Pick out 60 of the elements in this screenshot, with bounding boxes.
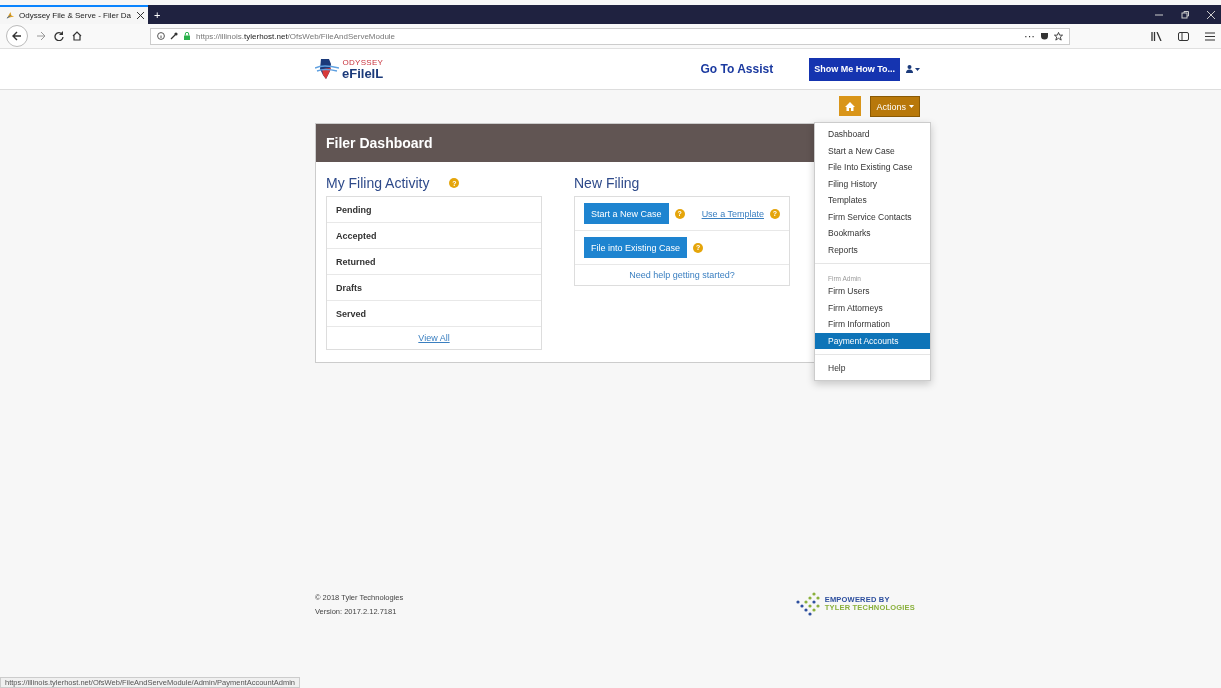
browser-tab[interactable]: Odyssey File & Serve - Filer Da — [0, 5, 148, 24]
view-all-link[interactable]: View All — [418, 333, 450, 343]
menu-item[interactable]: Bookmarks — [815, 225, 930, 242]
library-icon[interactable] — [1151, 31, 1162, 41]
menu-item[interactable]: Firm Service Contacts — [815, 208, 930, 225]
info-icon — [157, 32, 165, 40]
logo-title: eFileIL — [342, 67, 384, 80]
menu-item[interactable]: Dashboard — [815, 126, 930, 143]
menu-icon[interactable] — [1205, 31, 1215, 41]
new-tab-button[interactable]: + — [148, 5, 167, 24]
caret-icon — [909, 105, 914, 108]
home-button[interactable] — [839, 96, 862, 116]
lock-icon — [183, 32, 191, 40]
file-existing-case-button[interactable]: File into Existing Case — [584, 237, 688, 258]
go-to-assist-link[interactable]: Go To Assist — [700, 62, 774, 76]
help-link[interactable]: Need help getting started? — [629, 270, 735, 280]
menu-item[interactable]: Firm Users — [815, 283, 930, 300]
section-heading: My Filing Activity — [326, 175, 430, 191]
home-icon — [845, 101, 856, 111]
caret-icon — [915, 67, 920, 71]
menu-item[interactable]: Firm Information — [815, 316, 930, 333]
use-template-link[interactable]: Use a Template — [701, 208, 764, 219]
pocket-icon[interactable] — [1040, 31, 1049, 41]
menu-item[interactable]: Help — [815, 360, 930, 377]
activity-item[interactable]: Pending — [327, 197, 541, 223]
start-new-case-button[interactable]: Start a New Case — [584, 203, 669, 224]
panel-title: Filer Dashboard — [326, 135, 433, 151]
restore-icon[interactable] — [1181, 10, 1189, 19]
close-icon[interactable] — [137, 12, 144, 19]
activity-item[interactable]: Drafts — [327, 275, 541, 301]
user-menu-button[interactable] — [906, 65, 920, 73]
tab-title: Odyssey File & Serve - Filer Da — [19, 11, 133, 20]
activity-item[interactable]: Returned — [327, 249, 541, 275]
sidebar-icon[interactable] — [1178, 31, 1189, 41]
menu-item[interactable]: Payment Accounts — [815, 332, 930, 349]
key-icon — [170, 32, 178, 40]
dots-logo-icon — [795, 592, 820, 616]
menu-item[interactable]: Filing History — [815, 175, 930, 192]
url-text: https://illinois.tylerhost.net/OfsWeb/FileAndServeModule — [196, 31, 397, 41]
reload-icon[interactable] — [54, 31, 64, 41]
menu-item[interactable]: Reports — [815, 241, 930, 258]
back-arrow-icon — [12, 31, 22, 41]
menu-item[interactable]: Firm Attorneys — [815, 299, 930, 316]
activity-item[interactable]: Accepted — [327, 223, 541, 249]
menu-item[interactable]: Start a New Case — [815, 142, 930, 159]
user-icon — [906, 65, 913, 73]
state-map-icon — [315, 58, 339, 80]
section-heading: New Filing — [574, 175, 640, 191]
menu-item[interactable]: File Into Existing Case — [815, 159, 930, 176]
menu-item[interactable]: Templates — [815, 192, 930, 209]
site-logo[interactable]: ODYSSEY eFileIL — [315, 58, 384, 80]
logo-subtitle: ODYSSEY — [342, 58, 384, 67]
show-me-how-button[interactable]: Show Me How To... — [809, 57, 900, 81]
forward-icon[interactable] — [36, 31, 46, 41]
back-button[interactable] — [6, 25, 28, 47]
home-icon[interactable] — [72, 31, 82, 41]
page-actions-button[interactable]: ··· — [1024, 30, 1035, 42]
actions-button[interactable]: Actions — [870, 96, 920, 117]
activity-item[interactable]: Served — [327, 301, 541, 327]
address-bar[interactable]: https://illinois.tylerhost.net/OfsWeb/FileAndServeModule ··· — [150, 27, 1070, 45]
